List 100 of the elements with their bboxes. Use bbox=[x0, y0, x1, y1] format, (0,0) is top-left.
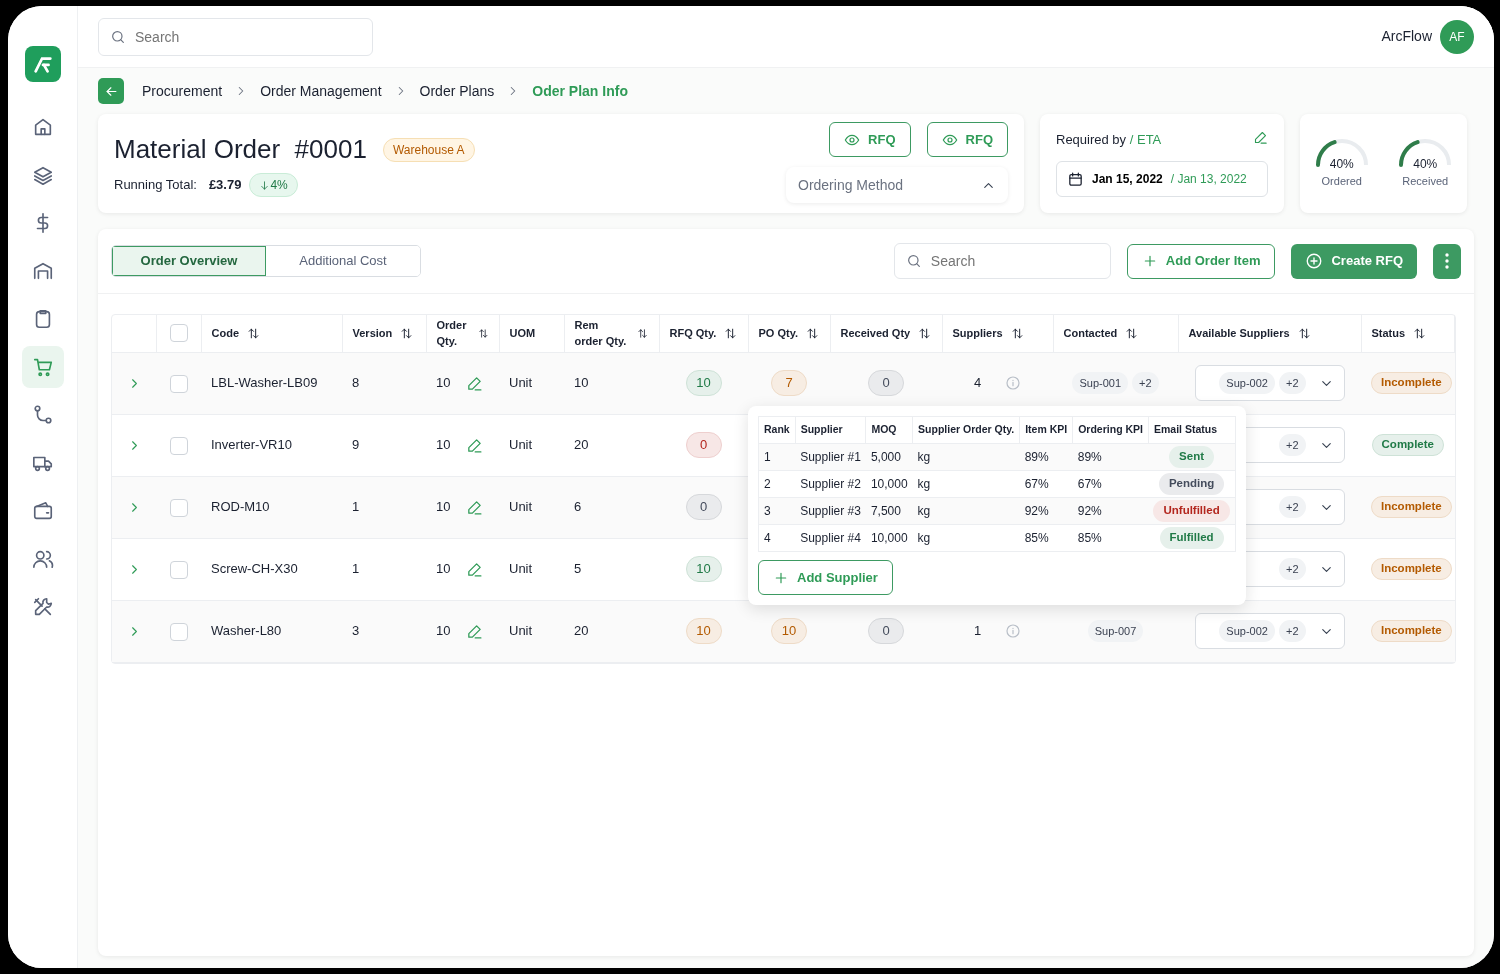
change-badge: 4% bbox=[249, 173, 298, 197]
moq-value: 10,000 bbox=[870, 531, 908, 545]
row-checkbox[interactable] bbox=[169, 498, 188, 517]
email-status-badge: Fulfilled bbox=[1159, 527, 1224, 549]
logo-icon[interactable] bbox=[24, 46, 61, 82]
info-icon[interactable] bbox=[1005, 375, 1022, 391]
supplier-count: 4 bbox=[973, 374, 982, 393]
breadcrumb-link[interactable]: Order Management bbox=[260, 80, 382, 102]
email-status-badge: Unfulfilled bbox=[1153, 500, 1230, 522]
kpi-value: 92% bbox=[1024, 504, 1049, 518]
unit-text: Unit bbox=[509, 561, 533, 577]
more-button[interactable] bbox=[1433, 243, 1461, 279]
sidebar-item[interactable] bbox=[21, 346, 64, 388]
pencil-icon[interactable] bbox=[466, 374, 484, 392]
remaining-quantity: 10 bbox=[574, 375, 589, 391]
kpi-value: 89% bbox=[1024, 450, 1049, 464]
kpi-value: 67% bbox=[1024, 477, 1049, 491]
moq-value: 7,500 bbox=[870, 504, 901, 518]
version-number: 8 bbox=[352, 375, 360, 391]
location-tag: Warehouse A bbox=[382, 137, 475, 162]
unit-text: Unit bbox=[509, 375, 533, 391]
status-badge: Incomplete bbox=[1371, 620, 1452, 642]
select-all-checkbox[interactable] bbox=[169, 324, 188, 343]
column-header: Supplier bbox=[800, 423, 843, 436]
received-quantity-badge: 0 bbox=[868, 370, 904, 396]
breadcrumb-link[interactable]: Procurement bbox=[142, 80, 223, 102]
create-rfq-button[interactable]: Create RFQ bbox=[1291, 243, 1417, 279]
remaining-quantity: 6 bbox=[574, 499, 582, 515]
rfq-quantity-badge: 10 bbox=[685, 618, 722, 644]
gauge-reading: 40% bbox=[1413, 157, 1438, 172]
rfq-quantity-badge: 10 bbox=[685, 556, 722, 582]
row-checkbox[interactable] bbox=[169, 560, 188, 579]
rank-number: 2 bbox=[764, 477, 771, 491]
rank-number: 4 bbox=[764, 531, 771, 545]
pencil-icon[interactable] bbox=[466, 436, 484, 454]
ordering-method-dropdown[interactable]: Ordering Method bbox=[786, 167, 1008, 203]
add-order-item-button[interactable]: Add Order Item bbox=[1126, 243, 1276, 279]
back-button[interactable] bbox=[98, 78, 124, 104]
version-number: 9 bbox=[352, 437, 360, 453]
email-status-badge: Pending bbox=[1158, 473, 1225, 495]
kpi-value: 67% bbox=[1077, 477, 1102, 491]
user-avatar[interactable]: AF bbox=[1440, 19, 1474, 54]
remaining-quantity: 20 bbox=[574, 437, 589, 453]
pencil-icon[interactable] bbox=[466, 622, 484, 640]
column-header: Suppliers bbox=[952, 326, 1003, 341]
info-icon[interactable] bbox=[1005, 623, 1022, 639]
column-header: Ordering KPI bbox=[1078, 423, 1143, 436]
item-code: Inverter-VR10 bbox=[211, 437, 292, 453]
search-field[interactable]: Search bbox=[893, 243, 1111, 279]
po-quantity-badge: 7 bbox=[771, 370, 807, 396]
search-icon bbox=[905, 253, 922, 269]
remaining-quantity: 5 bbox=[574, 561, 582, 577]
breadcrumb-link[interactable]: Order Plans bbox=[419, 80, 495, 102]
version-number: 3 bbox=[352, 623, 360, 639]
down-arrow-icon bbox=[259, 179, 271, 191]
pencil-icon[interactable] bbox=[466, 498, 484, 516]
search-field[interactable]: Search bbox=[98, 17, 373, 56]
column-header: Status bbox=[1371, 326, 1406, 341]
item-code: LBL-Washer-LB09 bbox=[211, 375, 318, 391]
unit-text: kg bbox=[917, 531, 931, 545]
column-header: PO Qty. bbox=[758, 326, 799, 341]
available-suppliers-dropdown[interactable]: Sup-002 +2 bbox=[1194, 613, 1345, 649]
pencil-icon[interactable] bbox=[1253, 130, 1268, 145]
rfq-button[interactable]: RFQ bbox=[829, 122, 911, 157]
add-supplier-button[interactable]: Add Supplier bbox=[758, 560, 893, 595]
rfq-button[interactable]: RFQ bbox=[926, 122, 1008, 157]
column-header: Available Suppliers bbox=[1188, 326, 1290, 341]
more-icon bbox=[1445, 253, 1449, 269]
order-quantity: 10 bbox=[436, 560, 451, 579]
rfq-quantity-badge: 0 bbox=[685, 432, 722, 458]
search-icon bbox=[110, 28, 126, 45]
row-checkbox[interactable] bbox=[169, 374, 188, 393]
item-code: ROD-M10 bbox=[211, 499, 270, 515]
tools-icon bbox=[31, 596, 54, 618]
status-badge: Complete bbox=[1371, 434, 1444, 456]
plus-circle-icon bbox=[1305, 252, 1324, 270]
gauge-reading: 40% bbox=[1329, 157, 1354, 172]
moq-value: 5,000 bbox=[870, 450, 901, 464]
pencil-icon[interactable] bbox=[466, 560, 484, 578]
cart-icon bbox=[31, 356, 54, 378]
column-header: Supplier Order Qty. bbox=[918, 423, 1015, 436]
calendar-icon bbox=[1067, 170, 1084, 188]
kpi-value: 92% bbox=[1077, 504, 1102, 518]
row-checkbox[interactable] bbox=[169, 622, 188, 641]
date-field[interactable]: Jan 15, 2022 / Jan 13, 2022 bbox=[1056, 161, 1268, 197]
layers-icon bbox=[31, 164, 54, 186]
unit-text: kg bbox=[917, 504, 931, 518]
moq-value: 10,000 bbox=[870, 477, 908, 491]
available-suppliers-dropdown[interactable]: Sup-002 +2 bbox=[1194, 365, 1345, 401]
unit-text: Unit bbox=[509, 623, 533, 639]
kpi-value: 89% bbox=[1077, 450, 1102, 464]
rank-number: 3 bbox=[764, 504, 771, 518]
supplier-name: Supplier #4 bbox=[800, 531, 861, 545]
column-header: Code bbox=[211, 326, 239, 341]
user-name: ArcFlow bbox=[1381, 27, 1432, 46]
tab[interactable]: Order Overview bbox=[112, 246, 266, 276]
kpi-value: 85% bbox=[1077, 531, 1102, 545]
breadcrumb-link[interactable]: Oder Plan Info bbox=[532, 80, 628, 102]
order-title: Material Order #0001 bbox=[114, 133, 367, 166]
row-checkbox[interactable] bbox=[169, 436, 188, 455]
